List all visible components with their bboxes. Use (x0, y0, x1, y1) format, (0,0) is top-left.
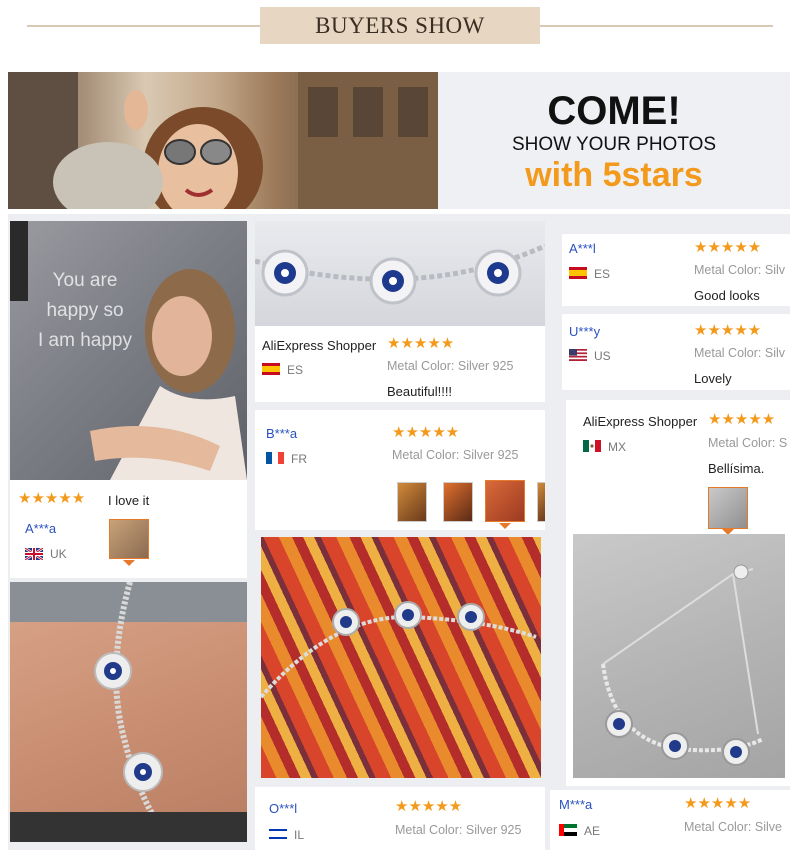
reviewer-country: UK (50, 547, 67, 561)
banner-promo: COME! SHOW YOUR PHOTOS with 5stars (438, 72, 790, 209)
photo-overlay-text: You are happy so I am happy (20, 266, 150, 356)
metal-color-value: Silve (754, 820, 782, 834)
rating-stars: ★★★★★ (395, 798, 463, 815)
metal-color-value: Silver 925 (457, 359, 514, 373)
israel-flag-icon (269, 828, 287, 840)
metal-color-label: Metal Color: (708, 436, 776, 450)
mexico-flag-icon (583, 440, 601, 452)
reviewer-country: US (594, 349, 611, 363)
review-photo-fabric-bracelet[interactable] (261, 537, 541, 778)
review-card-o-l: O***l ★★★★★ IL Metal Color: Silver 925 (255, 787, 545, 850)
review-card-aliexpress-es: AliExpress Shopper ★★★★★ ES Metal Color:… (255, 326, 545, 402)
review-thumbnail[interactable] (708, 487, 748, 529)
spain-flag-icon (262, 363, 280, 375)
rating-stars: ★★★★★ (684, 795, 752, 812)
overlay-line-2: happy so (46, 300, 124, 321)
rating-stars: ★★★★★ (694, 322, 762, 339)
thumbnail-selected-arrow (499, 523, 511, 529)
review-thumbnail[interactable] (397, 482, 427, 522)
metal-color: Metal Color: Silver 925 (395, 823, 545, 838)
review-photo-bracelet-gray[interactable] (573, 534, 785, 778)
metal-color: Metal Color: Silve (684, 820, 790, 835)
reviewer-name: M***a (559, 797, 593, 812)
review-card-u-y: U***y ★★★★★ US Metal Color: Silv Lovely (562, 314, 790, 390)
header-divider-right (540, 25, 773, 27)
metal-color-label: Metal Color: (392, 448, 460, 462)
banner-stars-line: with 5stars (525, 156, 703, 194)
header-divider-left (27, 25, 260, 27)
metal-color-value: Silver 925 (465, 823, 522, 837)
rating-stars: ★★★★★ (18, 490, 86, 507)
reviewer-name: A***a (25, 521, 57, 536)
reviewer-country: MX (608, 440, 626, 454)
metal-color-value: S (778, 436, 788, 450)
metal-color: Metal Color: Silver 925 (387, 359, 537, 374)
reviewer-country: ES (594, 267, 611, 281)
review-thumbnail[interactable] (485, 480, 525, 522)
review-card-m-a: M***a ★★★★★ AE Metal Color: Silve (550, 790, 790, 850)
rating-stars: ★★★★★ (708, 411, 776, 428)
review-comment: Lovely (694, 371, 732, 386)
rating-stars: ★★★★★ (387, 335, 455, 352)
review-thumbnail[interactable] (537, 482, 545, 522)
overlay-line-1: You are (52, 270, 118, 291)
reviewer-country: AE (584, 824, 601, 838)
review-comment: Good looks (694, 288, 760, 303)
overlay-line-3: I am happy (38, 330, 132, 351)
rating-stars: ★★★★★ (392, 424, 460, 441)
metal-color-value: Silver 925 (462, 448, 519, 462)
review-comment: Beautiful!!!! (387, 384, 453, 399)
reviewer-country: IL (294, 828, 305, 842)
banner-headline: COME! (547, 89, 681, 133)
metal-color: Metal Color: S (708, 436, 790, 451)
uae-flag-icon (559, 824, 577, 836)
metal-color-value: Silv (764, 346, 786, 360)
review-comment: Bellísima. (708, 461, 765, 476)
review-card-a-a: ★★★★★ I love it A***a UK (10, 480, 247, 578)
metal-color-label: Metal Color: (387, 359, 455, 373)
banner-subline: SHOW YOUR PHOTOS (511, 134, 717, 155)
usa-flag-icon (569, 349, 587, 361)
thumbnail-selected-arrow (123, 560, 135, 566)
metal-color-label: Metal Color: (694, 263, 762, 277)
review-thumbnail[interactable] (109, 519, 149, 559)
banner-photo-woman-sunglasses (8, 72, 438, 209)
france-flag-icon (266, 452, 284, 464)
rating-stars: ★★★★★ (694, 239, 762, 256)
metal-color: Metal Color: Silv (694, 346, 790, 361)
metal-color-label: Metal Color: (395, 823, 463, 837)
reviewer-name: O***l (269, 801, 298, 816)
review-card-aliexpress-mx: AliExpress Shopper ★★★★★ MX Metal Color:… (566, 400, 790, 786)
metal-color-label: Metal Color: (684, 820, 752, 834)
review-comment: I love it (108, 493, 150, 508)
review-photo-wrist-bracelet[interactable] (10, 582, 247, 842)
review-card-b-a: B***a ★★★★★ FR Metal Color: Silver 925 (255, 410, 545, 530)
reviewer-country: FR (291, 452, 307, 466)
reviewer-name: A***l (569, 241, 596, 256)
reviewer-name: B***a (266, 426, 298, 441)
spain-flag-icon (569, 267, 587, 279)
reviewer-name: AliExpress Shopper (262, 338, 377, 353)
metal-color-label: Metal Color: (694, 346, 762, 360)
review-card-a-l: A***l ★★★★★ ES Metal Color: Silv Good lo… (562, 234, 790, 306)
reviewer-country: ES (287, 363, 304, 377)
review-photo-product-bracelet[interactable] (255, 221, 545, 326)
uk-flag-icon (25, 548, 43, 560)
metal-color-value: Silv (764, 263, 786, 277)
reviewer-name: AliExpress Shopper (583, 414, 698, 429)
review-thumbnail[interactable] (443, 482, 473, 522)
metal-color: Metal Color: Silv (694, 263, 790, 278)
metal-color: Metal Color: Silver 925 (392, 448, 545, 463)
reviewer-name: U***y (569, 324, 601, 339)
page-title: BUYERS SHOW (260, 7, 540, 44)
